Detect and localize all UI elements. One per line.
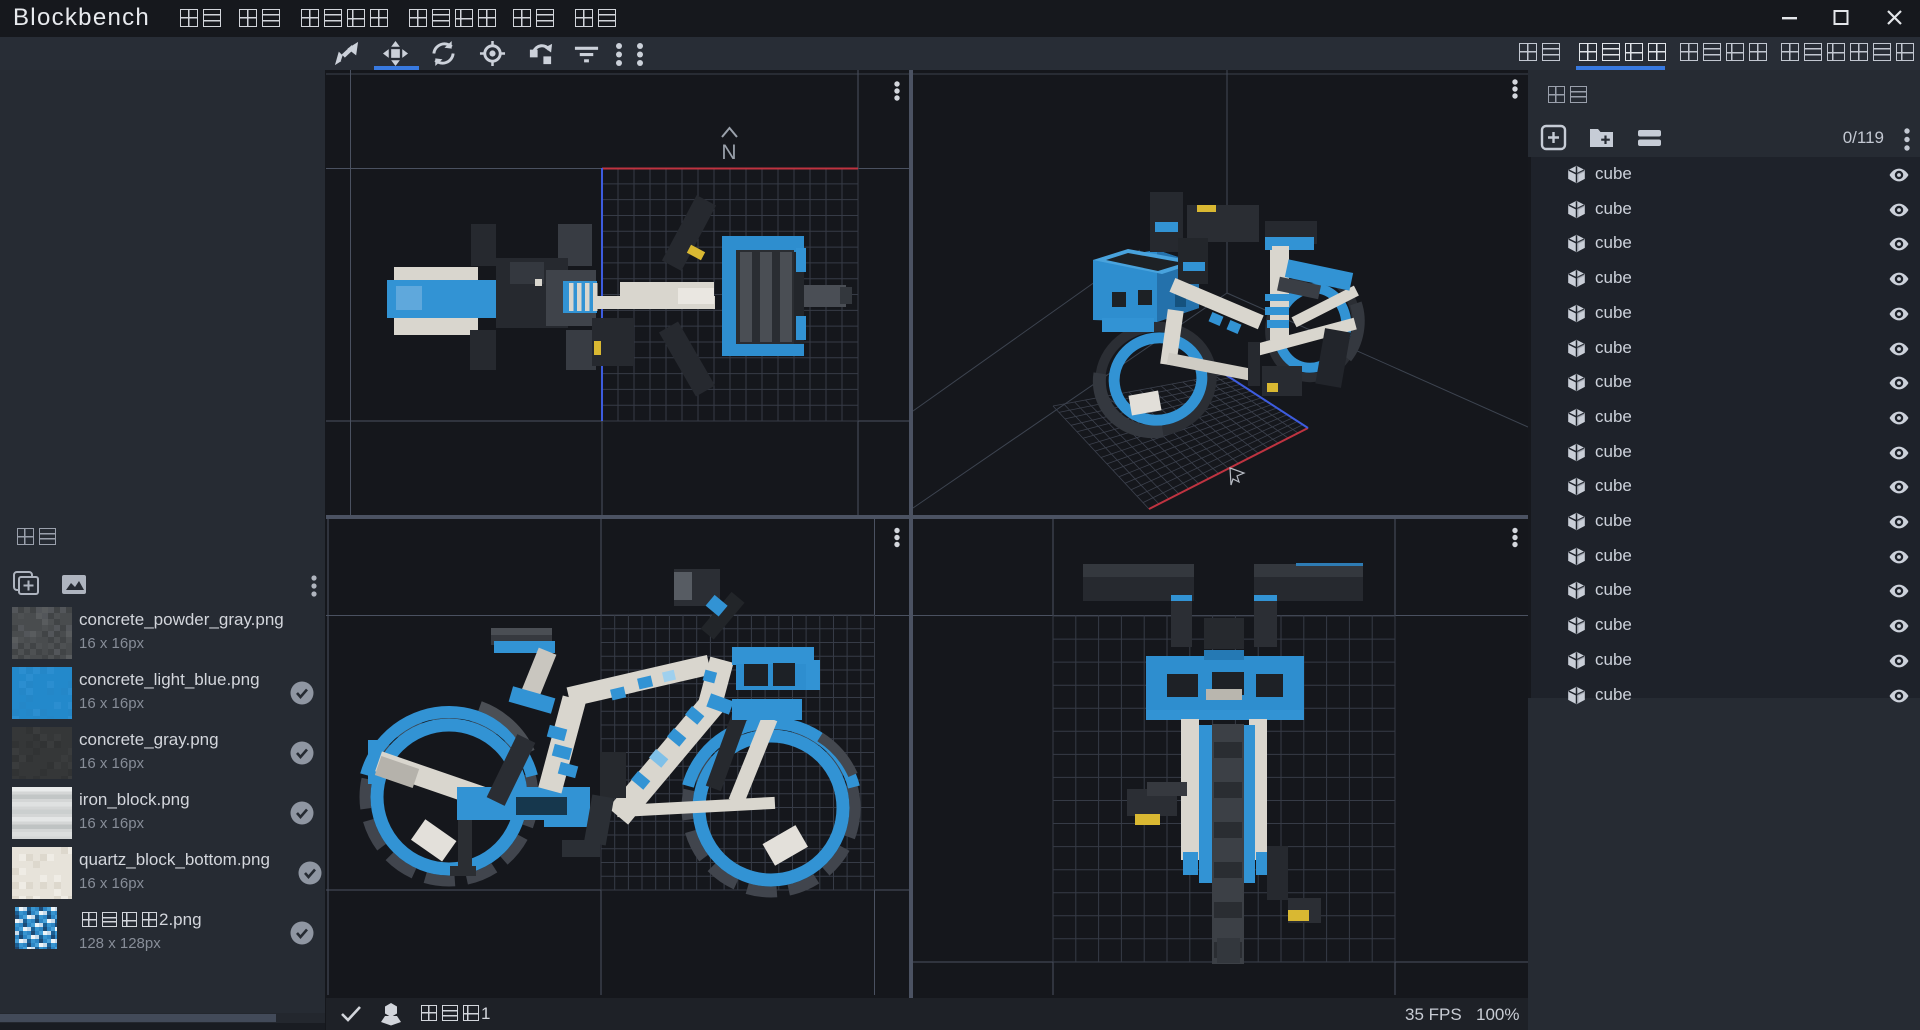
svg-text:N: N — [721, 141, 736, 164]
